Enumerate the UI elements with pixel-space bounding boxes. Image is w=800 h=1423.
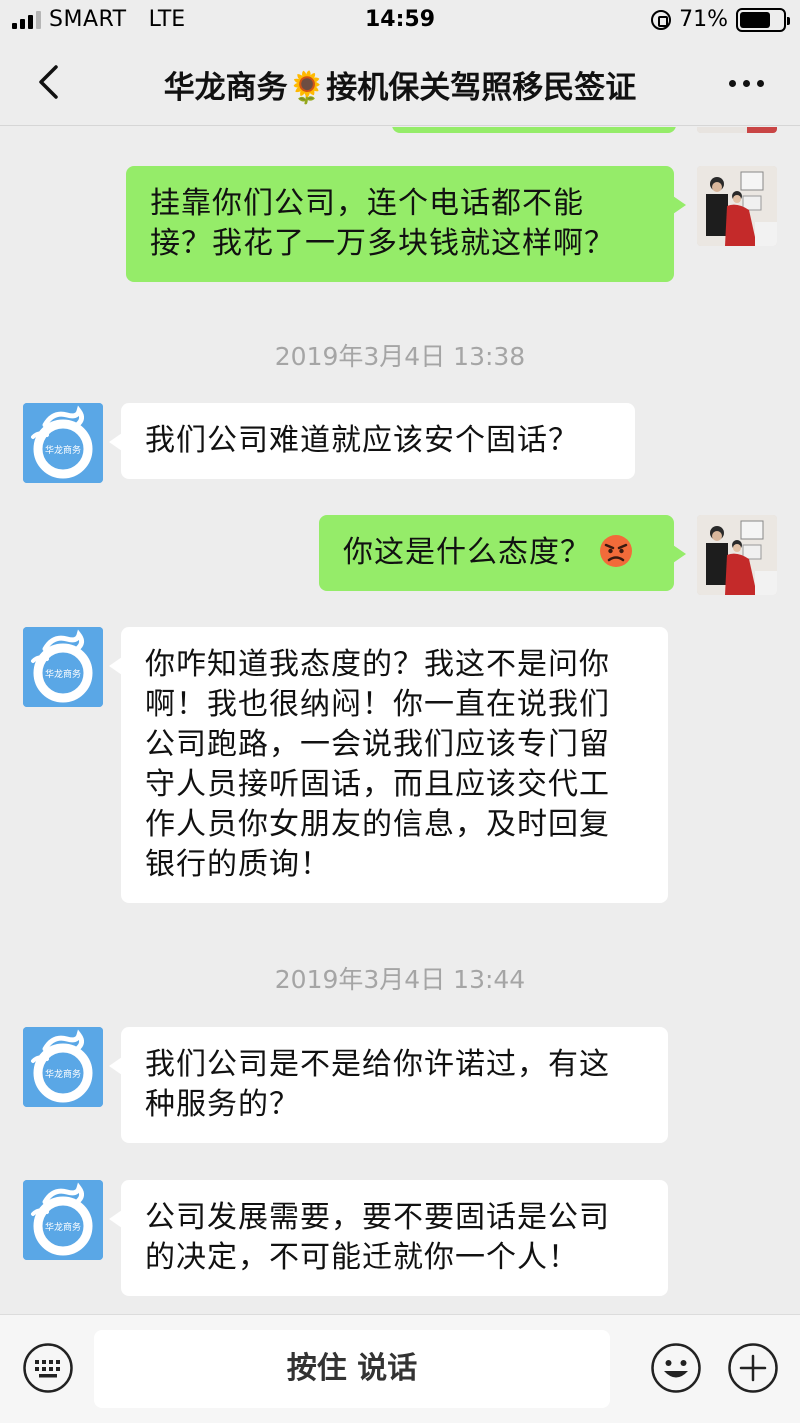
input-bar: 按住 说话 (0, 1314, 800, 1423)
svg-text:华龙商务: 华龙商务 (45, 1221, 81, 1233)
company-avatar[interactable]: 华龙商务 (23, 1180, 103, 1260)
nav-bar: 华龙商务🌻接机保关驾照移民签证 (0, 40, 800, 126)
chat-title: 华龙商务🌻接机保关驾照移民签证 (163, 70, 637, 106)
back-arrow-icon[interactable] (32, 64, 68, 100)
emoji-icon[interactable] (650, 1342, 702, 1394)
message-text: 公司发展需要，要不要固话是公司 (145, 1200, 610, 1235)
message-text: 你咋知道我态度的？我这不是问你 (145, 647, 610, 682)
svg-text:华龙商务: 华龙商务 (45, 444, 81, 456)
message-timestamp: 2019年3月4日 13:38 (274, 342, 526, 371)
hold-to-talk-button[interactable]: 按住 说话 (94, 1330, 610, 1408)
status-bar: SMART LTE 14:59 71% (0, 0, 800, 40)
chat-area[interactable]: 挂靠你们公司，连个电话都不能 接？我花了一万多块钱就这样啊？ 2019年3月4日… (0, 127, 800, 1314)
plus-icon[interactable] (727, 1342, 779, 1394)
message-text: 我们公司难道就应该安个固话？ (145, 423, 579, 458)
angry-face-emoji-icon (600, 535, 632, 567)
message-text: 公司跑路，一会说我们应该专门留 (145, 727, 610, 762)
rotation-lock-icon (651, 9, 672, 30)
message-text: 作人员你女朋友的信息，及时回复 (145, 807, 610, 842)
message-text: 种服务的？ (145, 1087, 300, 1122)
message-bubble-received[interactable]: 你咋知道我态度的？我这不是问你 啊！我也很纳闷！你一直在说我们 公司跑路，一会说… (109, 627, 668, 903)
company-avatar[interactable]: 华龙商务 (23, 403, 103, 483)
keyboard-icon[interactable] (22, 1342, 74, 1394)
message-text: 守人员接听固话，而且应该交代工 (145, 767, 610, 802)
company-avatar[interactable]: 华龙商务 (23, 627, 103, 707)
message-bubble-received[interactable]: 我们公司是不是给你许诺过，有这 种服务的？ (109, 1027, 668, 1143)
company-avatar[interactable]: 华龙商务 (23, 1027, 103, 1107)
message-bubble-sent[interactable]: 你这是什么态度？ (319, 515, 686, 591)
message-text: 挂靠你们公司，连个电话都不能 (150, 186, 584, 221)
svg-text:华龙商务: 华龙商务 (45, 668, 81, 680)
my-avatar[interactable] (697, 166, 777, 246)
message-text: 啊！我也很纳闷！你一直在说我们 (145, 687, 610, 722)
my-avatar[interactable] (697, 127, 777, 133)
svg-text:华龙商务: 华龙商务 (45, 1068, 81, 1080)
message-bubble-received[interactable]: 我们公司难道就应该安个固话？ (109, 403, 635, 479)
message-text: 我们公司是不是给你许诺过，有这 (145, 1047, 610, 1082)
my-avatar[interactable] (697, 515, 777, 595)
previous-message-bubble (392, 127, 676, 133)
more-options-icon[interactable] (729, 80, 764, 87)
message-bubble-received[interactable]: 公司发展需要，要不要固话是公司 的决定，不可能迁就你一个人！ (109, 1180, 668, 1296)
battery-percent: 71% (679, 7, 728, 32)
message-timestamp: 2019年3月4日 13:44 (274, 965, 526, 994)
message-text: 银行的质询！ (145, 847, 331, 882)
battery-icon (736, 7, 790, 32)
status-right: 71% (651, 7, 790, 32)
battery-fill (740, 11, 770, 28)
message-text: 的决定，不可能迁就你一个人！ (145, 1240, 579, 1275)
message-text: 接？我花了一万多块钱就这样啊？ (150, 226, 615, 261)
message-text: 你这是什么态度？ (343, 535, 591, 570)
message-bubble-sent[interactable]: 挂靠你们公司，连个电话都不能 接？我花了一万多块钱就这样啊？ (126, 166, 686, 282)
